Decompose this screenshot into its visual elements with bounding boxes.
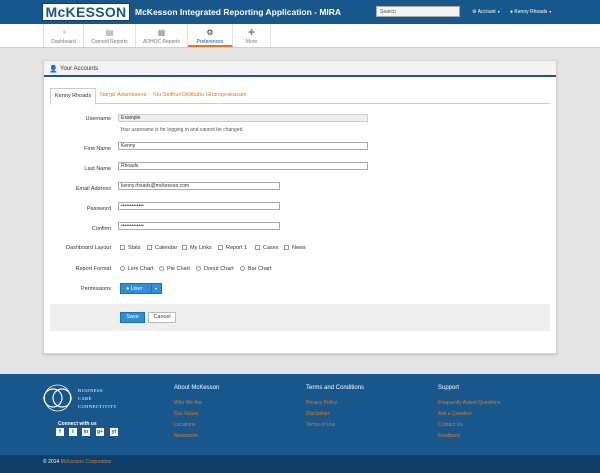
email-label: Email Address	[75, 186, 111, 192]
canned-reports-icon: ▤	[105, 28, 114, 37]
chevron-down-icon: ▾	[155, 286, 158, 291]
tab-kenny-rhoads[interactable]: Kenny Rhoads	[50, 88, 97, 105]
checkbox-icon	[182, 245, 187, 250]
youtube-icon[interactable]: yt	[110, 428, 118, 436]
user-icon: 👤	[49, 66, 58, 73]
nav-more[interactable]: ✚ More	[233, 24, 271, 47]
checkbox-my-links[interactable]: My Links	[182, 245, 212, 251]
chevron-down-icon: ▾	[497, 9, 500, 14]
footer-link[interactable]: Ask a Question	[438, 411, 472, 417]
permissions-dropdown[interactable]: ● User ▾	[120, 283, 162, 294]
facebook-icon[interactable]: f	[56, 428, 64, 436]
radio-icon	[196, 266, 201, 271]
adhoc-reports-icon: ▦	[157, 28, 166, 37]
connectivity-logo-icon	[43, 384, 72, 412]
cancel-button[interactable]: Cancel	[148, 312, 176, 323]
radio-icon	[120, 266, 125, 271]
checkbox-icon	[120, 245, 125, 250]
nav-dashboard[interactable]: ◔ Dashboard	[43, 24, 84, 47]
permissions-label: Permissions	[81, 286, 111, 292]
checkbox-stats[interactable]: Stats	[120, 245, 141, 251]
footer-link[interactable]: Our Values	[174, 411, 199, 417]
checkbox-icon	[284, 245, 289, 250]
footer-link[interactable]: Who We Are	[174, 400, 202, 406]
username-help: Your username is for logging in and cann…	[120, 127, 244, 133]
account-tabs: Kenny Rhoads Nargiz Adambaeva Stu Selthu…	[50, 88, 550, 105]
nav-preferences[interactable]: ⚙ Preferences	[188, 24, 233, 47]
email-field[interactable]: kenny.rhoads@mckesson.com	[118, 182, 280, 190]
checkbox-icon	[255, 245, 260, 250]
tab-nargiz-adambaeva[interactable]: Nargiz Adambaeva	[96, 88, 150, 104]
gear-icon: ⚙	[472, 9, 477, 15]
user-icon: ●	[510, 9, 514, 15]
account-menu[interactable]: ⚙ Account ▾	[472, 9, 500, 15]
copyright: © 2014 McKesson Corporation	[43, 459, 112, 465]
dashboard-icon: ◔	[61, 28, 66, 37]
footer-tagline: BUSINESS CARE CONNECTIVITY	[78, 388, 117, 409]
footer-link[interactable]: Terms of Use	[306, 422, 335, 428]
save-button[interactable]: Save	[120, 312, 145, 323]
username-field: Example	[118, 114, 368, 122]
confirm-password-field[interactable]: •••••••••••••	[118, 222, 280, 230]
radio-donut-chart[interactable]: Donut Chart	[196, 266, 234, 272]
checkbox-icon	[147, 245, 152, 250]
radio-icon	[159, 266, 164, 271]
nav-canned-reports[interactable]: ▤ Canned Reports	[84, 24, 136, 47]
checkbox-report-1[interactable]: Report 1	[218, 245, 247, 251]
radio-line-chart[interactable]: Line Chart	[120, 266, 153, 272]
tab-dilliibabu-ghanaprakasam[interactable]: Dilliibabu Ghanaprakasam	[178, 88, 251, 104]
first-name-label: First Name	[84, 146, 111, 152]
main-nav: ◔ Dashboard ▤ Canned Reports ▦ ADHOC Rep…	[0, 24, 600, 48]
chevron-down-icon: ▾	[549, 9, 552, 14]
report-format-label: Report Format	[75, 266, 111, 272]
user-menu[interactable]: ● Kenny Rhoads ▾	[510, 9, 551, 15]
panel-title: Your Accounts	[60, 66, 99, 72]
footer-link[interactable]: Newsroom	[174, 433, 198, 439]
footer-support-heading: Support	[438, 385, 460, 391]
checkbox-icon	[218, 245, 223, 250]
checkbox-calendar[interactable]: Calendar	[147, 245, 177, 251]
radio-icon	[240, 266, 245, 271]
radio-bar-chart[interactable]: Bar Chart	[240, 266, 272, 272]
search-input[interactable]: Search	[376, 6, 460, 17]
dashboard-layout-label: Dashboard Layout	[66, 245, 111, 251]
last-name-field[interactable]: Rhoads	[118, 162, 368, 170]
panel-header: 👤 Your Accounts	[44, 61, 556, 77]
app-title: McKesson Integrated Reporting Applicatio…	[135, 7, 342, 17]
radio-pie-chart[interactable]: Pie Chart	[159, 266, 190, 272]
footer-link[interactable]: Disclaimer	[306, 411, 329, 417]
twitter-icon[interactable]: t	[69, 428, 77, 436]
checkbox-cases[interactable]: Cases	[255, 245, 279, 251]
password-field[interactable]: •••••••••••••	[118, 202, 280, 210]
footer-link[interactable]: Frequently Asked Questions	[438, 400, 501, 406]
footer-link[interactable]: Feedback	[438, 433, 460, 439]
plus-icon: ✚	[248, 28, 255, 37]
first-name-field[interactable]: Kenny	[118, 142, 368, 150]
linkedin-icon[interactable]: in	[82, 428, 90, 436]
footer-about-heading: About McKesson	[174, 385, 220, 391]
mckesson-logo[interactable]: McKESSON	[42, 3, 130, 21]
google-plus-icon[interactable]: g+	[96, 428, 104, 436]
gear-icon: ⚙	[206, 28, 214, 37]
password-label: Password	[86, 206, 111, 212]
confirm-label: Confirm	[91, 226, 111, 232]
nav-adhoc-reports[interactable]: ▦ ADHOC Reports	[136, 24, 188, 47]
user-icon: ●	[126, 286, 130, 292]
footer-link[interactable]: Locations	[174, 422, 195, 428]
connect-with-us: Connect with us	[58, 421, 97, 427]
footer-link[interactable]: Privacy Policy	[306, 400, 337, 406]
last-name-label: Last Name	[84, 166, 111, 172]
footer-terms-heading: Terms and Conditions	[306, 385, 365, 391]
checkbox-news[interactable]: News	[284, 245, 306, 251]
footer-link[interactable]: Contact Us	[438, 422, 463, 428]
username-label: Username	[85, 116, 111, 122]
